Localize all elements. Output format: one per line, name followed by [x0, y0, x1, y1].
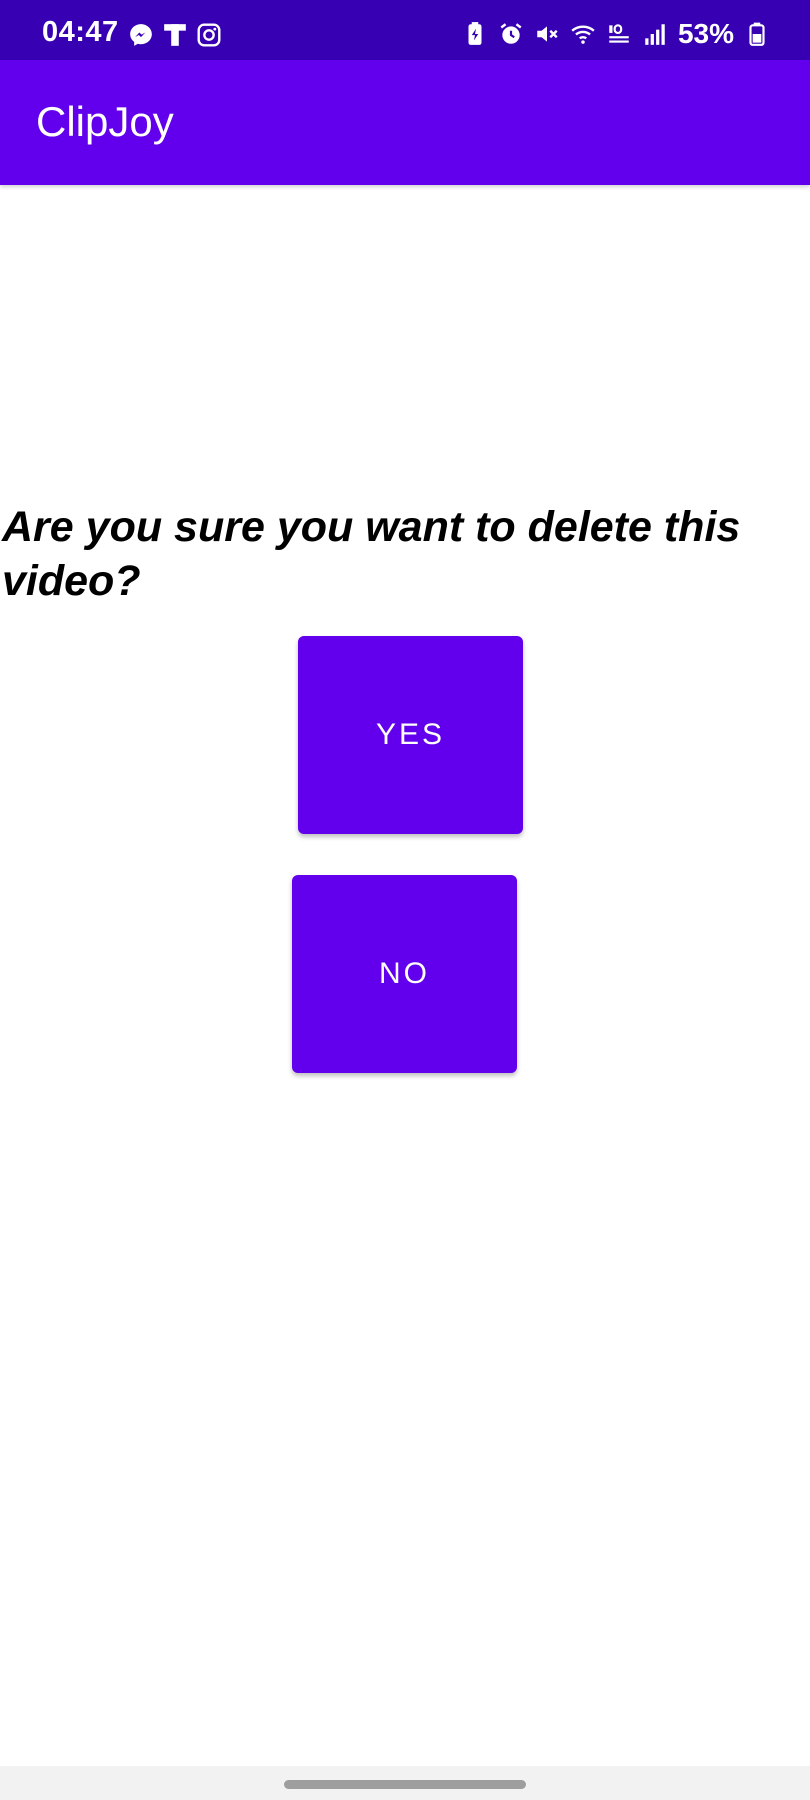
battery-percentage: 53% [677, 18, 734, 49]
t-app-icon [164, 24, 186, 46]
status-notification-icons [128, 22, 222, 48]
navigation-bar [0, 1766, 810, 1800]
status-bar: 04:47 53% [0, 0, 810, 60]
yes-button[interactable]: YES [298, 636, 523, 834]
screen: 04:47 53% ClipJoy Are you sure you want … [0, 0, 810, 1800]
battery-icon [749, 22, 765, 46]
volte-icon [609, 24, 629, 43]
delete-confirmation-question: Are you sure you want to delete this vid… [2, 503, 741, 605]
app-bar: ClipJoy [0, 60, 810, 185]
messenger-icon [130, 24, 152, 46]
battery-saver-icon [468, 22, 482, 45]
alarm-icon [500, 23, 522, 44]
no-button[interactable]: NO [292, 875, 517, 1073]
wifi-icon [571, 25, 595, 44]
status-time: 04:47 [42, 16, 119, 48]
instagram-icon [197, 23, 221, 47]
app-title: ClipJoy [36, 98, 174, 145]
signal-icon [645, 24, 665, 45]
mute-icon [537, 26, 558, 42]
status-system-icons: 53% [462, 18, 770, 50]
gesture-handle[interactable] [284, 1780, 526, 1789]
